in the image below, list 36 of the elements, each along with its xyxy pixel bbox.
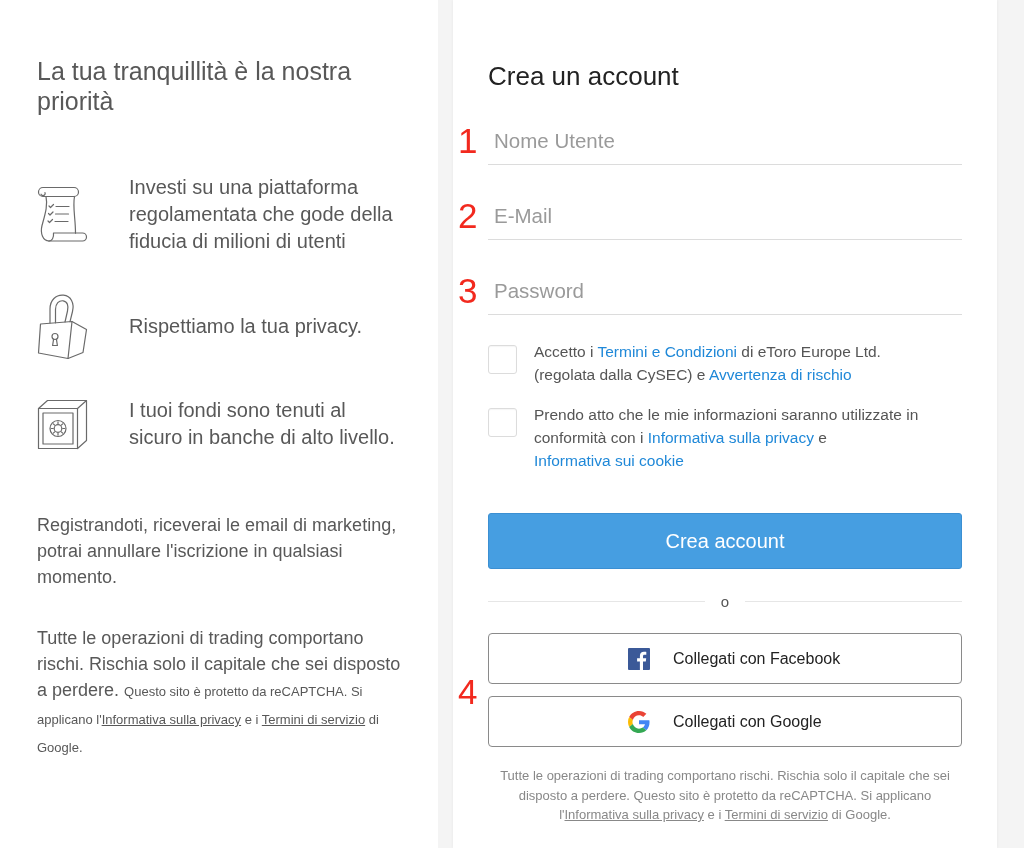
panel-heading: La tua tranquillità è la nostra priorità xyxy=(37,56,353,116)
input-field[interactable]: Password xyxy=(488,267,962,315)
facebook-icon xyxy=(628,647,650,670)
checkbox[interactable] xyxy=(488,345,517,374)
disclaimer-text: Tutte le operazioni di trading comportano rischi. Rischia solo il capitale che sei disposto a perdere. Questo sito è protetto da reCAPTCHA. Si applicano l'Informativa sulla privacy e i Termini di servizio di Google. xyxy=(499,767,951,824)
google-login-button[interactable]: Collegati con Google xyxy=(488,696,962,747)
step-number: 4 xyxy=(458,675,478,709)
text-link[interactable]: Informativa sulla privacy xyxy=(647,429,814,446)
padlock-icon xyxy=(37,292,88,360)
input-field[interactable]: Nome Utente xyxy=(488,117,962,165)
text-link[interactable]: Avvertenza di rischio xyxy=(708,366,852,383)
input-field[interactable]: E-Mail xyxy=(488,192,962,240)
feature-text: Investi su una piattaforma regolamentata che gode della fiducia di milioni di utenti xyxy=(129,175,394,254)
safe-icon xyxy=(37,398,88,450)
step-number: 2 xyxy=(458,195,478,237)
consent-text: Accetto i Termini e Condizioni di eToro Europe Ltd. (regolata dalla CySEC) e Avvertenza di rischio xyxy=(534,342,882,385)
google-icon xyxy=(628,710,650,733)
step-number: 3 xyxy=(458,270,478,312)
text-link[interactable]: Informativa sulla privacy xyxy=(564,807,704,822)
text-link[interactable]: Termini e Condizioni xyxy=(597,343,738,360)
feature-text: I tuoi fondi sono tenuti al sicuro in banche di alto livello. xyxy=(129,398,396,450)
checkbox[interactable] xyxy=(488,408,517,437)
info-paragraph: Tutte le operazioni di trading comportano rischi. Rischia solo il capitale che sei disposto a perdere. Questo sito è protetto da reCAPTCHA. Si applicano l'Informativa sulla privacy e i Termini di servizio di Google. xyxy=(37,627,402,757)
facebook-login-button[interactable]: Collegati con Facebook xyxy=(488,633,962,684)
create-account-button[interactable]: Crea account xyxy=(488,513,962,569)
form-title: Crea un account xyxy=(488,60,680,92)
step-number: 1 xyxy=(458,120,478,162)
feature-text: Rispettiamo la tua privacy. xyxy=(129,313,364,339)
or-label: o xyxy=(720,592,730,610)
consent-text: Prendo atto che le mie informazioni saranno utilizzate in conformità con i Informativa sulla privacy e Informativa sui cookie xyxy=(534,405,920,471)
scroll-checklist-icon xyxy=(37,186,88,243)
text-link[interactable]: Informativa sulla privacy xyxy=(101,712,242,727)
text-link[interactable]: Termini di servizio xyxy=(724,807,828,822)
info-paragraph: Registrandoti, riceverai le email di marketing, potrai annullare l'iscrizione in qualsiasi momento. xyxy=(37,514,398,589)
text-link[interactable]: Informativa sui cookie xyxy=(534,452,684,469)
text-link[interactable]: Termini di servizio xyxy=(261,712,366,727)
